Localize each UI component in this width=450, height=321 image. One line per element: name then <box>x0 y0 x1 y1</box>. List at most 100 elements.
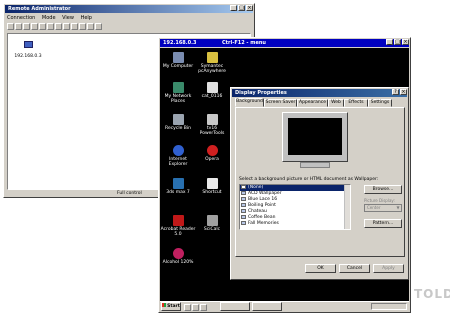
computer-icon <box>23 41 33 48</box>
menu-connection[interactable]: Connection <box>7 15 35 21</box>
new-icon[interactable] <box>15 23 22 30</box>
monitor-bezel <box>282 112 348 162</box>
file-transfer-icon[interactable] <box>63 23 70 30</box>
display-properties-dialog: Display Properties ? × Background Screen… <box>230 87 409 280</box>
picture-display-label: Picture Display: <box>364 198 395 203</box>
quick-launch <box>184 304 208 313</box>
monitor-preview <box>282 112 348 170</box>
large-icons-icon[interactable] <box>79 23 86 30</box>
desktop-icon-scicalc[interactable]: SciCalc <box>194 215 230 232</box>
tab-settings[interactable]: Settings <box>368 99 392 107</box>
icon-label: Opera <box>205 157 219 162</box>
quicklaunch-desktop-icon[interactable] <box>192 304 199 311</box>
document-icon <box>206 82 218 93</box>
tab-effects[interactable]: Effects <box>344 99 368 107</box>
recycle-bin-icon <box>172 114 184 125</box>
icon-label: SciCalc <box>203 227 221 232</box>
tab-web[interactable]: Web <box>328 99 344 107</box>
view-only-icon[interactable] <box>47 23 54 30</box>
remote-screen-window: 192.168.0.3 Ctrl-F12 - menu _ □ × My Com… <box>158 37 411 313</box>
monitor-screen <box>288 118 342 155</box>
bitmap-icon <box>241 209 246 213</box>
desktop-icon-acrobat[interactable]: Acrobat Reader 5.0 <box>160 215 196 237</box>
pattern-button[interactable]: Pattern... <box>364 219 402 228</box>
picture-display-value: Center <box>367 205 381 210</box>
icon-label: My Computer <box>162 64 194 69</box>
small-icons-icon[interactable] <box>87 23 94 30</box>
remote-screen-subtitle: Ctrl-F12 - menu <box>222 40 266 46</box>
desktop-icon-symantec[interactable]: Symantec pcAnywhere <box>194 52 230 74</box>
minimize-button[interactable]: _ <box>230 5 237 11</box>
telnet-icon[interactable] <box>55 23 62 30</box>
apply-button[interactable]: Apply <box>373 264 404 273</box>
quicklaunch-app-icon[interactable] <box>200 304 207 311</box>
tab-background[interactable]: Background <box>235 98 264 107</box>
remote-close-button[interactable]: × <box>402 39 409 45</box>
host-label: 192.168.0.3 <box>14 54 42 59</box>
wallpaper-item[interactable]: Fall Memories <box>240 221 350 227</box>
alcohol-icon <box>172 248 184 259</box>
icon-label: Symantec pcAnywhere <box>198 64 226 74</box>
windows-logo-icon <box>162 303 167 307</box>
system-tray <box>371 303 407 310</box>
desktop-icon-ie[interactable]: Internet Explorer <box>160 145 196 167</box>
start-button[interactable]: Start <box>161 302 181 311</box>
dialog-close-button[interactable]: × <box>400 89 407 95</box>
wallpaper-scrollbar[interactable] <box>344 185 350 229</box>
tab-panel: Select a background picture or HTML docu… <box>235 107 405 257</box>
taskbar-window-button[interactable] <box>252 302 282 311</box>
remote-admin-title: Remote Administrator <box>8 6 71 12</box>
desktop-icon-powertools[interactable]: tv16 PowerTools <box>194 114 230 136</box>
remote-screen-titlebar: 192.168.0.3 Ctrl-F12 - menu <box>160 39 409 47</box>
desktop-icon-shortcut[interactable]: Shortcut <box>194 178 230 195</box>
bitmap-icon <box>241 215 246 219</box>
ok-button[interactable]: OK <box>305 264 336 273</box>
menu-mode[interactable]: Mode <box>42 15 56 21</box>
close-button[interactable]: × <box>246 5 253 11</box>
menu-help[interactable]: Help <box>81 15 92 21</box>
taskbar-window-button[interactable] <box>220 302 250 311</box>
display-properties-title: Display Properties <box>235 90 287 96</box>
monitor-stand <box>300 162 330 168</box>
full-control-icon[interactable] <box>39 23 46 30</box>
desktop-icon-opera[interactable]: Opera <box>194 145 230 162</box>
wallpaper-prompt: Select a background picture or HTML docu… <box>239 177 379 182</box>
shutdown-icon[interactable] <box>71 23 78 30</box>
remote-desktop: My Computer Symantec pcAnywhere My Netwo… <box>160 48 409 301</box>
connect-icon[interactable] <box>7 23 14 30</box>
remote-taskbar: Start <box>160 301 409 311</box>
my-computer-icon <box>172 52 184 63</box>
tab-screen-saver[interactable]: Screen Saver <box>264 99 297 107</box>
cancel-button[interactable]: Cancel <box>339 264 370 273</box>
remote-maximize-button[interactable]: □ <box>394 39 401 45</box>
watermark: TOLDI <box>414 287 450 301</box>
desktop-icon-my-computer[interactable]: My Computer <box>160 52 196 69</box>
quicklaunch-ie-icon[interactable] <box>184 304 191 311</box>
desktop-icon-network[interactable]: My Network Places <box>160 82 196 104</box>
picture-display-select[interactable]: Center ▼ <box>364 204 402 212</box>
icon-label: Internet Explorer <box>168 157 188 167</box>
delete-icon[interactable] <box>23 23 30 30</box>
pcanywhere-icon <box>206 52 218 63</box>
maximize-button[interactable]: □ <box>238 5 245 11</box>
desktop-icon-3dsmax[interactable]: 3ds max 7 <box>160 178 196 195</box>
host-item[interactable]: 192.168.0.3 <box>14 41 42 59</box>
bitmap-icon <box>241 203 246 207</box>
none-icon <box>241 185 246 189</box>
icon-label: Shortcut <box>202 190 222 195</box>
remote-minimize-button[interactable]: _ <box>386 39 393 45</box>
menu-view[interactable]: View <box>62 15 74 21</box>
tab-appearance[interactable]: Appearance <box>297 99 328 107</box>
list-icon[interactable] <box>95 23 102 30</box>
wallpaper-list[interactable]: (None) ACD Wallpaper Blue Lace 16 Boilin… <box>239 184 351 230</box>
browse-button[interactable]: Browse... <box>364 185 402 194</box>
desktop-icon-cat[interactable]: cat_0116 <box>194 82 230 99</box>
desktop-icon-recycle-bin[interactable]: Recycle Bin <box>160 114 196 131</box>
properties-icon[interactable] <box>31 23 38 30</box>
desktop-icon-alcohol[interactable]: Alcohol 120% <box>160 248 196 265</box>
3dsmax-icon <box>172 178 184 189</box>
status-text: Full control <box>117 191 142 196</box>
help-button[interactable]: ? <box>392 89 399 95</box>
icon-label: Acrobat Reader 5.0 <box>160 227 196 237</box>
icon-label: 3ds max 7 <box>166 190 190 195</box>
